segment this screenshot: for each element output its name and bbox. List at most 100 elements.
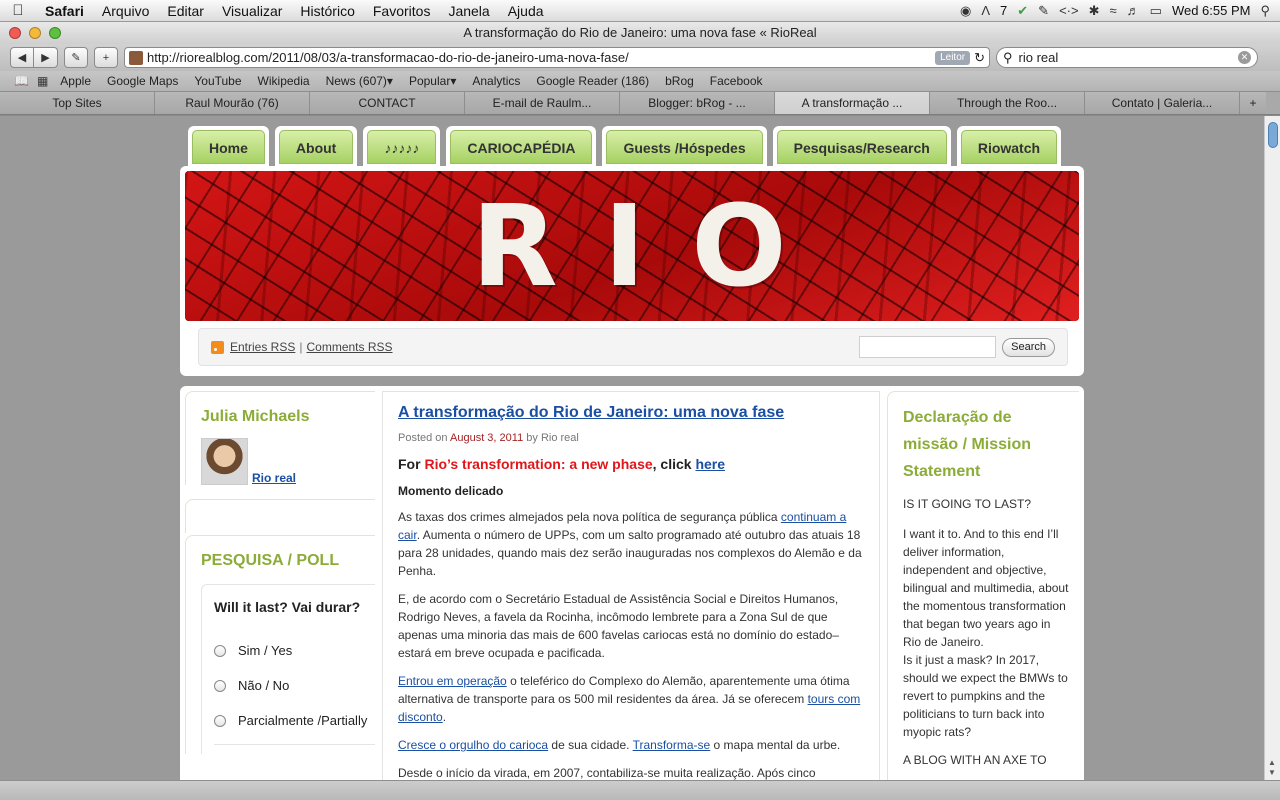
bookmark-wikipedia[interactable]: Wikipedia — [250, 74, 318, 88]
url-text[interactable]: http://riorealblog.com/2011/08/03/a-tran… — [147, 50, 931, 65]
check-icon[interactable]: ✔ — [1017, 3, 1028, 19]
bookmark-news[interactable]: News (607)▾ — [318, 74, 401, 88]
window-title: A transformação do Rio de Janeiro: uma n… — [463, 25, 817, 40]
radio-yes[interactable] — [214, 644, 226, 657]
tab-active-article[interactable]: A transformação ... — [775, 92, 930, 114]
search-value[interactable]: rio real — [1019, 50, 1059, 65]
add-bookmark-button[interactable]: + — [94, 47, 118, 68]
globe-icon[interactable]: ◉ — [960, 3, 971, 19]
profile-link[interactable]: Rio real — [252, 471, 296, 485]
tab-contato-galeria[interactable]: Contato | Galeria... — [1085, 92, 1240, 114]
menu-favoritos[interactable]: Favoritos — [364, 3, 440, 19]
bluetooth-icon[interactable]: ✱ — [1089, 3, 1100, 19]
menu-janela[interactable]: Janela — [439, 3, 498, 19]
bookmark-google-reader[interactable]: Google Reader (186) — [528, 74, 657, 88]
search-field[interactable]: ⚲ rio real ✕ — [996, 47, 1258, 68]
tab-blogger[interactable]: Blogger: bRog - ... — [620, 92, 775, 114]
nav-guests[interactable]: Guests /Hóspedes — [602, 126, 767, 168]
back-button[interactable]: ◀ — [10, 47, 34, 68]
post-paragraph-5: Desde o início da virada, em 2007, conta… — [398, 766, 816, 780]
nav-guests-label[interactable]: Guests /Hóspedes — [606, 130, 763, 164]
forward-button[interactable]: ▶ — [34, 47, 58, 68]
poll-option-no[interactable]: Não / No — [214, 668, 375, 703]
nav-home[interactable]: Home — [188, 126, 269, 168]
wifi-icon[interactable]: ≈ — [1110, 3, 1117, 18]
nav-about-label[interactable]: About — [278, 130, 354, 164]
new-tab-button[interactable]: + — [1240, 92, 1266, 114]
menu-visualizar[interactable]: Visualizar — [213, 3, 291, 19]
post-author[interactable]: Rio real — [541, 432, 579, 444]
bookmark-google-maps[interactable]: Google Maps — [99, 74, 186, 88]
nav-about[interactable]: About — [274, 126, 358, 168]
radio-no[interactable] — [214, 679, 226, 692]
menu-editar[interactable]: Editar — [158, 3, 213, 19]
site-search-button[interactable]: Search — [1002, 337, 1055, 357]
p4-link-2[interactable]: Transforma-se — [633, 738, 711, 752]
post-column: A transformação do Rio de Janeiro: uma n… — [382, 391, 880, 780]
bookmark-apple[interactable]: Apple — [52, 74, 99, 88]
apple-menu-icon[interactable]:  — [0, 2, 36, 19]
menu-safari[interactable]: Safari — [36, 3, 93, 19]
grid-icon[interactable]: ▦ — [33, 74, 52, 88]
tab-contact[interactable]: CONTACT — [310, 92, 465, 114]
comments-rss-link[interactable]: Comments RSS — [306, 340, 392, 354]
nav-cariocapedia-label[interactable]: CARIOCAPÉDIA — [450, 130, 593, 164]
lead-here-link[interactable]: here — [695, 456, 725, 472]
tab-email[interactable]: E-mail de Raulm... — [465, 92, 620, 114]
code-icon[interactable]: <·> — [1059, 3, 1079, 18]
radio-partially[interactable] — [214, 714, 226, 727]
reader-button[interactable]: Leitor — [935, 50, 971, 65]
poll-option-yes-label[interactable]: Sim / Yes — [238, 643, 292, 658]
zoom-window-button[interactable] — [49, 27, 61, 39]
nav-riowatch[interactable]: Riowatch — [956, 126, 1062, 168]
nav-cariocapedia[interactable]: CARIOCAPÉDIA — [446, 126, 597, 168]
clear-search-icon[interactable]: ✕ — [1238, 51, 1251, 64]
nav-riowatch-label[interactable]: Riowatch — [960, 130, 1058, 164]
bookmark-popular[interactable]: Popular▾ — [401, 74, 464, 88]
bookmark-youtube[interactable]: YouTube — [186, 74, 249, 88]
nav-music[interactable]: ♪♪♪♪♪ — [363, 126, 441, 168]
minimize-window-button[interactable] — [29, 27, 41, 39]
clock[interactable]: Wed 6:55 PM — [1172, 3, 1251, 18]
site-banner[interactable]: RIO REAL — [185, 171, 1079, 321]
p3-link-1[interactable]: Entrou em operação — [398, 674, 507, 688]
post-title[interactable]: A transformação do Rio de Janeiro: uma n… — [398, 404, 865, 422]
post-paragraph-1: As taxas dos crimes almejados pela nova … — [398, 508, 865, 580]
address-bar[interactable]: http://riorealblog.com/2011/08/03/a-tran… — [124, 47, 990, 68]
scroll-arrows-icon[interactable]: ▲ ▼ — [1268, 758, 1276, 778]
tab-raul-mourao[interactable]: Raul Mourão (76) — [155, 92, 310, 114]
avatar[interactable] — [201, 438, 248, 485]
post-date[interactable]: August 3, 2011 — [450, 432, 523, 444]
nav-home-label[interactable]: Home — [192, 130, 265, 164]
nav-research-label[interactable]: Pesquisas/Research — [776, 130, 947, 164]
poll-option-partially-label[interactable]: Parcialmente /Partially — [238, 713, 367, 728]
menu-arquivo[interactable]: Arquivo — [93, 3, 158, 19]
poll-option-yes[interactable]: Sim / Yes — [214, 633, 375, 668]
adobe-icon[interactable]: Λ — [981, 3, 990, 18]
battery-icon[interactable]: ▭ — [1150, 3, 1162, 19]
menu-ajuda[interactable]: Ajuda — [499, 3, 553, 19]
evernote-button[interactable]: ✎ — [64, 47, 88, 68]
tab-top-sites[interactable]: Top Sites — [0, 92, 155, 114]
nav-music-label[interactable]: ♪♪♪♪♪ — [367, 130, 437, 164]
vertical-scrollbar[interactable]: ▲ ▼ — [1264, 116, 1280, 780]
bookmark-brog[interactable]: bRog — [657, 74, 702, 88]
scrollbar-thumb[interactable] — [1268, 122, 1278, 148]
bookmark-facebook[interactable]: Facebook — [702, 74, 771, 88]
reload-icon[interactable]: ↻ — [974, 50, 985, 66]
p4-link-1[interactable]: Cresce o orgulho do carioca — [398, 738, 548, 752]
tab-through-the-roof[interactable]: Through the Roo... — [930, 92, 1085, 114]
poll-option-partially[interactable]: Parcialmente /Partially — [214, 703, 375, 738]
site-search-input[interactable] — [859, 336, 997, 358]
open-book-icon[interactable]: 📖 — [10, 74, 33, 88]
nav-research[interactable]: Pesquisas/Research — [772, 126, 951, 168]
entries-rss-link[interactable]: Entries RSS — [230, 340, 295, 354]
volume-icon[interactable]: ♬ — [1127, 3, 1140, 18]
evernote-icon[interactable]: ✎ — [1038, 3, 1049, 19]
menu-historico[interactable]: Histórico — [291, 3, 363, 19]
spotlight-icon[interactable]: ⚲ — [1260, 3, 1270, 19]
poll-widget: PESQUISA / POLL Will it last? Vai durar?… — [185, 535, 375, 754]
close-window-button[interactable] — [9, 27, 21, 39]
poll-option-no-label[interactable]: Não / No — [238, 678, 289, 693]
bookmark-analytics[interactable]: Analytics — [464, 74, 528, 88]
